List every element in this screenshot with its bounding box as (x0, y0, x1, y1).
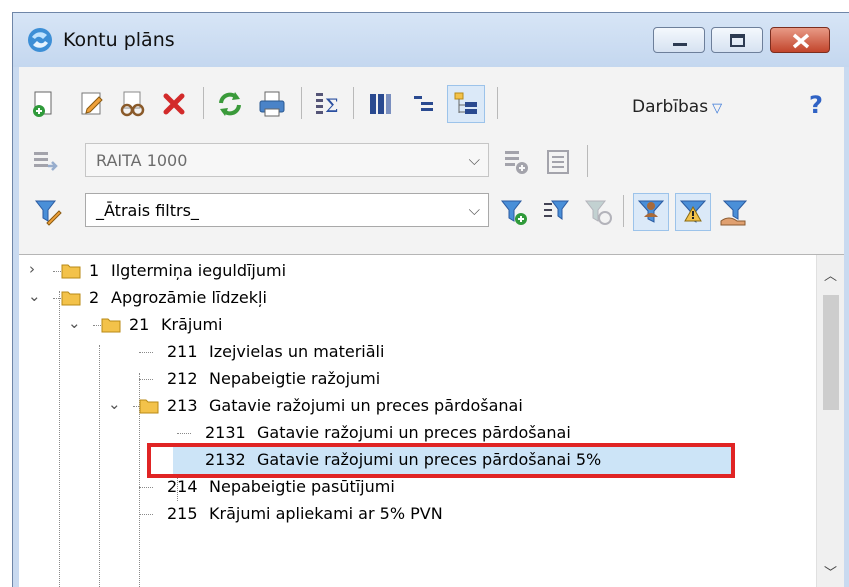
tree-row-5[interactable]: 212 Nepabeigtie ražojumi (19, 365, 809, 393)
main-toolbar: Σ Darbības ▽ ? (19, 79, 844, 129)
actions-menu-label: Darbības (632, 97, 709, 117)
account-code: 2132 (205, 450, 246, 469)
minimize-button[interactable] (653, 27, 705, 53)
tree-row-10[interactable]: 215 Krājumi apliekami ar 5% PVN (19, 500, 809, 528)
warning-filter-icon (678, 197, 708, 227)
account-code: 212 (167, 369, 198, 388)
quick-filter-value: _Ātrais filtrs_ (96, 201, 199, 220)
account-name: Gatavie ražojumi un preces pārdošanai (209, 396, 523, 415)
filter-toolbar: _Ātrais filtrs_ ⌵ (19, 187, 844, 237)
account-code: 214 (167, 477, 198, 496)
add-filter-icon[interactable] (499, 197, 529, 227)
chevron-down-icon[interactable]: ⌄ (68, 314, 82, 332)
chevron-right-icon[interactable]: › (29, 260, 43, 278)
account-code: 1 (89, 261, 100, 280)
tree-row-8-selected[interactable]: 2132 Gatavie ražojumi un preces pārdošan… (19, 446, 809, 474)
journal-select[interactable]: RAITA 1000 ⌵ (85, 143, 489, 177)
svg-text:Σ: Σ (325, 95, 338, 117)
maximize-button[interactable] (711, 27, 763, 53)
account-name: Ilgtermiņa ieguldījumi (111, 261, 287, 280)
actions-menu[interactable]: Darbības ▽ (632, 97, 722, 117)
chevron-down-icon[interactable]: ⌄ (108, 395, 122, 413)
sum-icon[interactable]: Σ (313, 89, 343, 119)
columns-icon[interactable] (365, 89, 395, 119)
tree-row-9[interactable]: 214 Nepabeigtie pasūtījumi (19, 473, 809, 501)
account-name: Nepabeigtie pasūtījumi (209, 477, 395, 496)
folder-icon (61, 264, 81, 279)
title-bar[interactable]: Kontu plāns (13, 13, 849, 67)
tree-view-icon (451, 89, 481, 119)
account-name: Krājumi apliekami ar 5% PVN (209, 504, 443, 523)
refresh-icon[interactable] (215, 89, 245, 119)
folder-icon (101, 318, 121, 333)
edit-icon[interactable] (77, 89, 107, 119)
app-icon (27, 27, 53, 53)
tree-row-7[interactable]: 2131 Gatavie ražojumi un preces pārdošan… (19, 419, 809, 447)
folder-icon (61, 291, 81, 306)
chevron-down-icon[interactable]: ⌄ (28, 287, 42, 305)
journal-select-value: RAITA 1000 (96, 151, 188, 170)
scrollbar-thumb[interactable] (823, 295, 839, 410)
shared-filter-icon[interactable] (719, 197, 749, 227)
account-code: 211 (167, 342, 198, 361)
view-icon[interactable] (117, 89, 147, 119)
scroll-up-icon[interactable]: ︿ (824, 265, 837, 284)
tree-row-3[interactable]: ⌄ 21 Krājumi (19, 311, 809, 339)
import-icon[interactable] (31, 147, 61, 177)
chevron-down-icon: ▽ (712, 101, 723, 116)
account-name: Gatavie ražojumi un preces pārdošanai 5% (257, 450, 602, 469)
account-name: Apgrozāmie līdzekļi (111, 288, 267, 307)
delete-icon[interactable] (159, 89, 189, 119)
quick-filter-select[interactable]: _Ātrais filtrs_ ⌵ (85, 193, 489, 227)
tree-row-2[interactable]: ⌄ 2 Apgrozāmie līdzekļi (19, 284, 809, 312)
tree-row-6[interactable]: ⌄ 213 Gatavie ražojumi un preces pārdoša… (19, 392, 809, 420)
vertical-scrollbar[interactable]: ︿ ﹀ (816, 255, 844, 587)
scroll-down-icon[interactable]: ﹀ (824, 562, 837, 581)
tree-row-4[interactable]: 211 Izejvielas un materiāli (19, 338, 809, 366)
help-icon[interactable]: ? (802, 89, 832, 119)
edit-filter-icon[interactable] (33, 197, 63, 227)
indent-icon[interactable] (409, 89, 439, 119)
tree-row-1[interactable]: › 1 Ilgtermiņa ieguldījumi (19, 257, 809, 285)
journal-toolbar: RAITA 1000 ⌵ (19, 137, 844, 187)
chevron-down-icon: ⌵ (468, 201, 480, 219)
account-name: Gatavie ražojumi un preces pārdošanai (257, 423, 571, 442)
account-name: Nepabeigtie ražojumi (209, 369, 381, 388)
account-name: Krājumi (161, 315, 223, 334)
folder-icon (139, 399, 159, 414)
close-button[interactable] (770, 27, 830, 53)
account-code: 2 (89, 288, 100, 307)
account-code: 213 (167, 396, 198, 415)
account-name: Izejvielas un materiāli (209, 342, 385, 361)
new-document-icon[interactable] (29, 89, 59, 119)
window-title: Kontu plāns (63, 29, 175, 51)
chevron-down-icon: ⌵ (468, 151, 480, 169)
account-code: 2131 (205, 423, 246, 442)
accounts-tree[interactable]: › 1 Ilgtermiņa ieguldījumi ⌄ 2 Apgrozāmi… (19, 254, 844, 587)
clear-filter-icon[interactable] (583, 197, 613, 227)
journal-list-icon[interactable] (543, 147, 573, 177)
account-code: 21 (129, 315, 150, 334)
print-icon[interactable] (257, 89, 287, 119)
account-code: 215 (167, 504, 198, 523)
chart-of-accounts-window: Kontu plāns Σ Darbības ▽ ? RAITA 1000 ⌵ … (12, 12, 849, 587)
add-journal-icon[interactable] (501, 147, 531, 177)
svg-text:?: ? (809, 91, 823, 119)
user-filter-icon (636, 197, 666, 227)
client-area: Σ Darbības ▽ ? RAITA 1000 ⌵ _Ātrais filt… (19, 67, 844, 587)
filter-list-icon[interactable] (541, 197, 571, 227)
